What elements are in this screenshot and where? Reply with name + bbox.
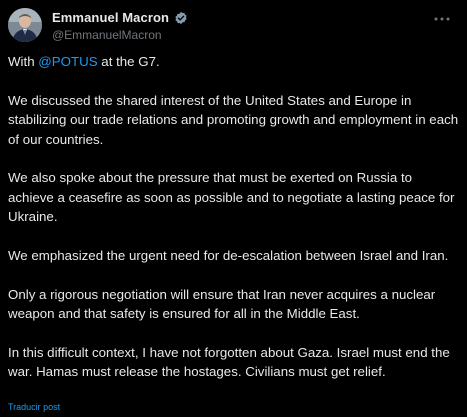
post-paragraph: We also spoke about the pressure that mu… <box>8 170 455 225</box>
post-intro: With @POTUS at the G7. <box>8 52 460 71</box>
avatar[interactable] <box>8 8 42 42</box>
user-handle[interactable]: @EmmanuelMacron <box>52 28 162 42</box>
verified-badge-icon <box>174 11 188 25</box>
intro-prefix: With <box>8 54 39 69</box>
post-paragraph: We emphasized the urgent need for de-esc… <box>8 248 449 264</box>
display-name[interactable]: Emmanuel Macron <box>52 10 169 25</box>
mention-link[interactable]: @POTUS <box>38 54 97 69</box>
name-row: Emmanuel Macron <box>52 10 188 25</box>
post-header: Emmanuel Macron @EmmanuelMacron <box>8 8 459 44</box>
post-paragraph: Only a rigorous negotiation will ensure … <box>8 286 436 322</box>
more-options-icon[interactable] <box>433 12 451 26</box>
avatar-image <box>8 8 42 42</box>
translate-post-link[interactable]: Traducir post <box>8 402 60 412</box>
intro-suffix: at the G7. <box>97 54 160 69</box>
post-paragraph: We discussed the shared interest of the … <box>8 92 459 147</box>
post-text: With @POTUS at the G7. We discussed the … <box>8 52 460 401</box>
post-paragraph: In this difficult context, I have not fo… <box>8 345 450 380</box>
